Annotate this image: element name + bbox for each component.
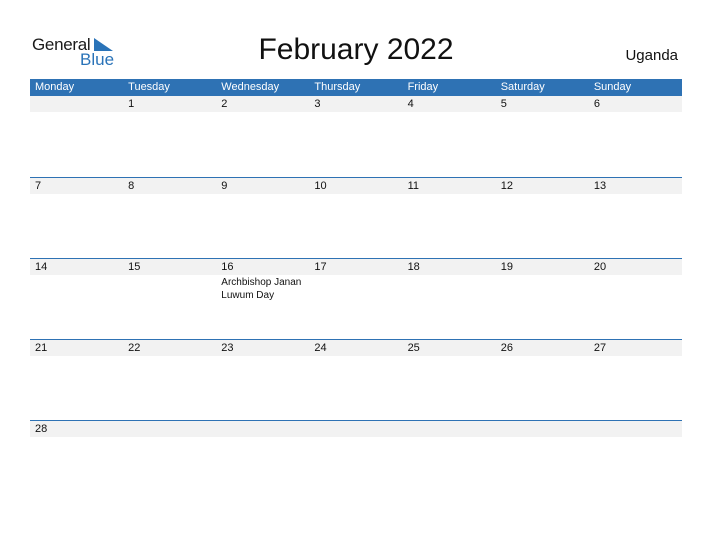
day-cell: 4 (403, 96, 496, 177)
day-cell (30, 96, 123, 177)
day-cell: 21 (30, 340, 123, 420)
day-cell (403, 421, 496, 501)
day-cell: 2 (216, 96, 309, 177)
day-cell: 6 (589, 96, 682, 177)
day-number: 18 (407, 261, 420, 273)
day-cell: 16 Archbishop Janan Luwum Day (216, 259, 309, 339)
day-number: 9 (221, 180, 228, 192)
day-number: 27 (593, 342, 607, 354)
day-number: 11 (407, 180, 419, 192)
day-cell: 13 (589, 178, 682, 258)
weekday-wednesday: Wednesday (221, 81, 280, 93)
day-number: 26 (500, 342, 513, 354)
day-cell (216, 421, 309, 501)
day-number: 4 (407, 98, 414, 110)
weekday-header: Monday Tuesday Wednesday Thursday Friday… (30, 79, 682, 96)
week-cells: 14 15 16 Archbishop Janan Luwum Day 17 18 19 20 (30, 259, 682, 339)
day-number: 17 (314, 261, 327, 273)
holiday-event: Archbishop Janan Luwum Day (221, 277, 302, 301)
day-cell: 3 (309, 96, 402, 177)
day-cell: 24 (309, 340, 402, 420)
week-cells: 1 2 3 4 5 6 (30, 96, 682, 177)
week-row: 21 22 23 24 25 26 27 (30, 339, 682, 420)
weekday-sunday: Sunday (593, 81, 632, 93)
day-number: 5 (500, 98, 507, 110)
calendar-title: February 2022 (258, 33, 454, 66)
day-cell: 15 (123, 259, 216, 339)
weekday-monday: Monday (35, 81, 75, 93)
day-cell (496, 421, 589, 501)
day-cell: 12 (496, 178, 589, 258)
day-number: 28 (35, 423, 48, 435)
day-cell: 22 (123, 340, 216, 420)
day-number: 10 (314, 180, 327, 192)
weeks-container: 1 2 3 4 5 6 7 8 9 10 11 12 13 14 15 16 Archbishop Janan … (30, 96, 682, 501)
day-number: 14 (35, 261, 48, 273)
weekday-thursday: Thursday (314, 81, 361, 93)
country-label: Uganda (625, 47, 678, 64)
day-number: 23 (221, 342, 234, 354)
day-cell: 9 (216, 178, 309, 258)
day-number: 12 (500, 180, 513, 192)
day-number: 2 (221, 98, 228, 110)
day-number: 7 (35, 180, 42, 192)
weekday-tuesday: Tuesday (128, 81, 170, 93)
day-number: 25 (407, 342, 420, 354)
day-cell (309, 421, 402, 501)
day-number: 22 (128, 342, 141, 354)
day-number: 6 (593, 98, 600, 110)
weekday-saturday: Saturday (500, 81, 545, 93)
day-cell: 14 (30, 259, 123, 339)
week-row: 28 (30, 420, 682, 501)
day-cell (123, 421, 216, 501)
week-cells: 21 22 23 24 25 26 27 (30, 340, 682, 420)
day-number: 21 (35, 342, 48, 354)
week-row: 7 8 9 10 11 12 13 (30, 177, 682, 258)
day-cell: 17 (309, 259, 402, 339)
day-cell: 28 (30, 421, 123, 501)
day-cell (589, 421, 682, 501)
day-number: 8 (128, 180, 135, 192)
week-row: 1 2 3 4 5 6 (30, 96, 682, 177)
day-number: 19 (500, 261, 513, 273)
day-number: 16 (221, 261, 234, 273)
day-cell: 23 (216, 340, 309, 420)
day-number: 1 (128, 98, 135, 110)
day-number: 15 (128, 261, 141, 273)
day-number: 24 (314, 342, 327, 354)
day-cell: 8 (123, 178, 216, 258)
day-number: 20 (593, 261, 607, 273)
weekday-friday: Friday (407, 81, 439, 93)
day-cell: 27 (589, 340, 682, 420)
day-cell: 26 (496, 340, 589, 420)
day-cell: 1 (123, 96, 216, 177)
week-cells: 7 8 9 10 11 12 13 (30, 178, 682, 258)
day-cell: 18 (403, 259, 496, 339)
day-cell: 10 (309, 178, 402, 258)
day-cell: 20 (589, 259, 682, 339)
day-cell: 11 (403, 178, 496, 258)
day-cell: 5 (496, 96, 589, 177)
day-number: 13 (593, 180, 607, 192)
calendar-grid: Monday Tuesday Wednesday Thursday Friday… (30, 79, 682, 501)
day-cell: 25 (403, 340, 496, 420)
week-cells: 28 (30, 421, 682, 501)
week-row: 14 15 16 Archbishop Janan Luwum Day 17 18 19 20 (30, 258, 682, 339)
day-cell: 7 (30, 178, 123, 258)
day-cell: 19 (496, 259, 589, 339)
day-number: 3 (314, 98, 321, 110)
